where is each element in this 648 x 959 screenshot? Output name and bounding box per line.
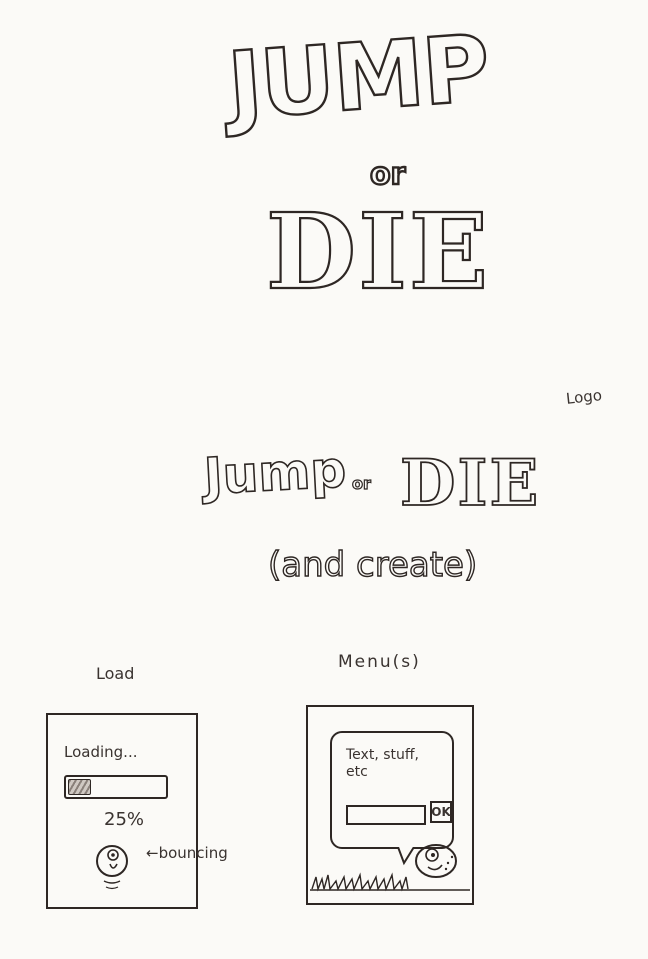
dialog-ok-button[interactable]: OK <box>430 801 452 823</box>
progress-percent: 25% <box>104 809 145 830</box>
logo-die-title: DIE <box>265 190 491 313</box>
bouncing-character-icon <box>96 845 128 890</box>
grass-decoration <box>310 872 470 892</box>
speech-bubble-dialog: Text, stuff, etc OK <box>330 731 454 849</box>
small-logo-or: or <box>351 474 371 493</box>
progress-bar <box>64 775 168 799</box>
small-logo-die: DIE <box>399 446 541 521</box>
menu-screen-mockup: Text, stuff, etc OK <box>306 705 474 905</box>
bouncing-annotation: ←bouncing <box>146 844 228 862</box>
progress-bar-fill <box>68 779 91 795</box>
dialog-text-input[interactable] <box>346 805 426 825</box>
small-logo-jump: Jump <box>202 440 349 507</box>
small-logo-subtitle: (and create) <box>267 545 478 585</box>
logo-jump-title: JUMP <box>223 14 492 141</box>
loading-screen-mockup: Loading... 25% <box>46 713 198 909</box>
loading-text: Loading... <box>64 743 138 761</box>
load-label: Load <box>96 664 135 683</box>
dialog-text: Text, stuff, etc <box>346 747 419 780</box>
menu-label: Menu(s) <box>338 652 421 672</box>
logo-label: Logo <box>565 386 603 408</box>
logo-or-text: or <box>369 157 407 192</box>
